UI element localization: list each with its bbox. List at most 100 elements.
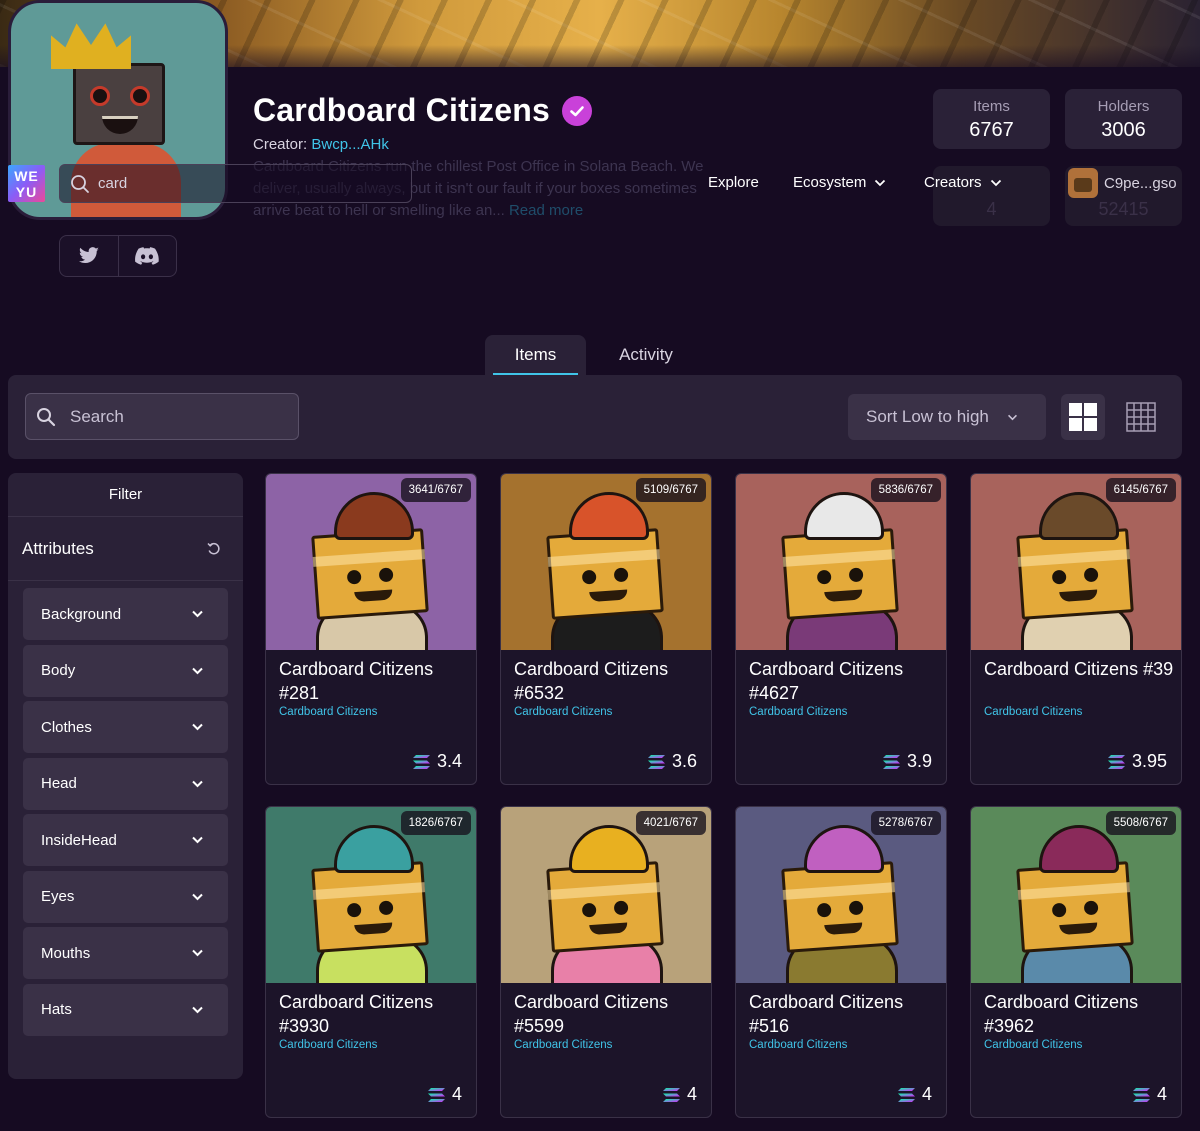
reset-icon[interactable] bbox=[207, 542, 221, 556]
rarity-rank-badge: 1826/6767 bbox=[400, 811, 471, 835]
attribute-body[interactable]: Body bbox=[23, 644, 228, 697]
nft-box-head-art bbox=[781, 528, 899, 620]
attribute-hats[interactable]: Hats bbox=[23, 983, 228, 1036]
nav-explore[interactable]: Explore bbox=[708, 174, 759, 191]
attribute-label: Head bbox=[41, 775, 77, 792]
tab-activity[interactable]: Activity bbox=[586, 335, 706, 375]
rarity-rank-badge: 5836/6767 bbox=[870, 478, 941, 502]
stat-items: Items 6767 bbox=[933, 89, 1050, 149]
grid-small-view-button[interactable] bbox=[1119, 394, 1163, 440]
tab-activity-label: Activity bbox=[619, 345, 673, 364]
attribute-label: Clothes bbox=[41, 718, 92, 736]
twitter-button[interactable] bbox=[60, 236, 118, 276]
chevron-down-icon bbox=[875, 179, 886, 186]
attribute-background[interactable]: Background bbox=[23, 588, 228, 640]
creator-label: Creator: bbox=[253, 136, 308, 153]
nft-collection-link[interactable]: Cardboard Citizens bbox=[514, 1039, 612, 1051]
nav-creators-label: Creators bbox=[924, 174, 982, 191]
solana-icon bbox=[1107, 754, 1125, 769]
chevron-down-icon bbox=[192, 1006, 203, 1013]
grid-large-view-button[interactable] bbox=[1061, 394, 1105, 440]
solana-icon bbox=[1132, 1087, 1150, 1102]
attribute-insidehead[interactable]: InsideHead bbox=[23, 814, 228, 866]
discord-button[interactable] bbox=[117, 236, 177, 276]
attribute-head[interactable]: Head bbox=[23, 757, 228, 810]
creator-line: Creator: Bwcp...AHk bbox=[253, 136, 389, 153]
tab-items[interactable]: Items bbox=[485, 335, 586, 375]
nft-price-value: 3.95 bbox=[1131, 751, 1167, 771]
chevron-down-icon bbox=[192, 836, 203, 844]
chevron-down-icon bbox=[192, 667, 203, 674]
attributes-header: Attributes bbox=[8, 517, 243, 581]
items-search-input[interactable] bbox=[70, 406, 270, 427]
avatar-box-head-art bbox=[73, 63, 165, 145]
social-links bbox=[59, 235, 177, 277]
global-search-input[interactable] bbox=[98, 175, 358, 192]
filter-title: Filter bbox=[8, 473, 243, 517]
global-search[interactable] bbox=[59, 164, 412, 203]
collection-title: Cardboard Citizens bbox=[253, 92, 550, 128]
nft-box-head-art bbox=[1016, 528, 1134, 620]
nft-collection-link[interactable]: Cardboard Citizens bbox=[279, 706, 377, 718]
verified-check-icon bbox=[561, 95, 592, 126]
search-icon bbox=[37, 407, 56, 426]
nft-name: Cardboard Citizens #516 bbox=[749, 992, 904, 1036]
collection-tabs: Items Activity bbox=[485, 335, 706, 375]
nft-name: Cardboard Citizens #4627 bbox=[749, 659, 904, 703]
nft-collection-link[interactable]: Cardboard Citizens bbox=[749, 1039, 847, 1051]
nft-card[interactable]: 5109/6767 Cardboard Citizens #6532 Cardb… bbox=[500, 473, 712, 785]
nft-box-head-art bbox=[546, 861, 664, 953]
nav-explore-label: Explore bbox=[708, 174, 759, 191]
nft-card[interactable]: 5836/6767 Cardboard Citizens #4627 Cardb… bbox=[735, 473, 947, 785]
nft-image: 4021/6767 bbox=[501, 807, 711, 983]
rarity-rank-badge: 6145/6767 bbox=[1105, 478, 1176, 502]
nft-image: 5278/6767 bbox=[736, 807, 946, 983]
solana-icon bbox=[412, 754, 430, 769]
nft-collection-link[interactable]: Cardboard Citizens bbox=[984, 706, 1082, 718]
nft-name: Cardboard Citizens #3930 bbox=[279, 992, 434, 1036]
nft-card[interactable]: 6145/6767 Cardboard Citizens #39 Cardboa… bbox=[970, 473, 1182, 785]
attributes-title: Attributes bbox=[22, 538, 94, 558]
nft-collection-link[interactable]: Cardboard Citizens bbox=[749, 706, 847, 718]
items-search[interactable] bbox=[25, 393, 299, 440]
rarity-rank-badge: 5508/6767 bbox=[1105, 811, 1176, 835]
nft-card[interactable]: 5278/6767 Cardboard Citizens #516 Cardbo… bbox=[735, 806, 947, 1118]
nav-creators[interactable]: Creators bbox=[924, 174, 1002, 191]
chevron-down-icon bbox=[192, 723, 203, 731]
nft-image: 5836/6767 bbox=[736, 474, 946, 650]
hidden-stat-value: 4 bbox=[986, 199, 997, 219]
attribute-label: Hats bbox=[41, 1001, 72, 1018]
attribute-label: Body bbox=[41, 662, 76, 679]
nft-box-head-art bbox=[781, 861, 899, 953]
solana-icon bbox=[662, 1087, 680, 1102]
nft-price-value: 4 bbox=[921, 1084, 932, 1104]
attribute-mouths[interactable]: Mouths bbox=[23, 927, 228, 979]
nft-card[interactable]: 5508/6767 Cardboard Citizens #3962 Cardb… bbox=[970, 806, 1182, 1118]
nft-price-value: 3.9 bbox=[906, 751, 932, 771]
creator-address-link[interactable]: Bwcp...AHk bbox=[311, 136, 389, 153]
nft-price-value: 4 bbox=[451, 1084, 462, 1104]
attribute-clothes[interactable]: Clothes bbox=[23, 701, 228, 753]
stat-label: Holders bbox=[1097, 98, 1150, 115]
crown-art bbox=[51, 23, 131, 69]
nft-name: Cardboard Citizens #39 bbox=[984, 659, 1174, 679]
nft-card[interactable]: 4021/6767 Cardboard Citizens #5599 Cardb… bbox=[500, 806, 712, 1118]
nft-card[interactable]: 3641/6767 Cardboard Citizens #281 Cardbo… bbox=[265, 473, 477, 785]
nft-price-value: 4 bbox=[1156, 1084, 1167, 1104]
nft-price-value: 3.6 bbox=[671, 751, 697, 771]
read-more-link[interactable]: Read more bbox=[509, 202, 583, 219]
chevron-down-icon bbox=[990, 179, 1001, 186]
sort-dropdown[interactable]: Sort Low to high bbox=[848, 394, 1046, 440]
nft-price-value: 4 bbox=[686, 1084, 697, 1104]
nft-card[interactable]: 1826/6767 Cardboard Citizens #3930 Cardb… bbox=[265, 806, 477, 1118]
nft-name: Cardboard Citizens #3962 bbox=[984, 992, 1139, 1036]
nav-ecosystem[interactable]: Ecosystem bbox=[793, 174, 886, 191]
attribute-eyes[interactable]: Eyes bbox=[23, 870, 228, 923]
nft-collection-link[interactable]: Cardboard Citizens bbox=[514, 706, 612, 718]
weyu-logo[interactable]: WE YU bbox=[8, 165, 45, 202]
attribute-list: Background Body Clothes Head InsideHead … bbox=[8, 581, 243, 1036]
user-menu[interactable]: C9pe...gso bbox=[1068, 168, 1177, 198]
nft-collection-link[interactable]: Cardboard Citizens bbox=[279, 1039, 377, 1051]
nft-collection-link[interactable]: Cardboard Citizens bbox=[984, 1039, 1082, 1051]
nft-price: 3.4 bbox=[412, 751, 462, 772]
